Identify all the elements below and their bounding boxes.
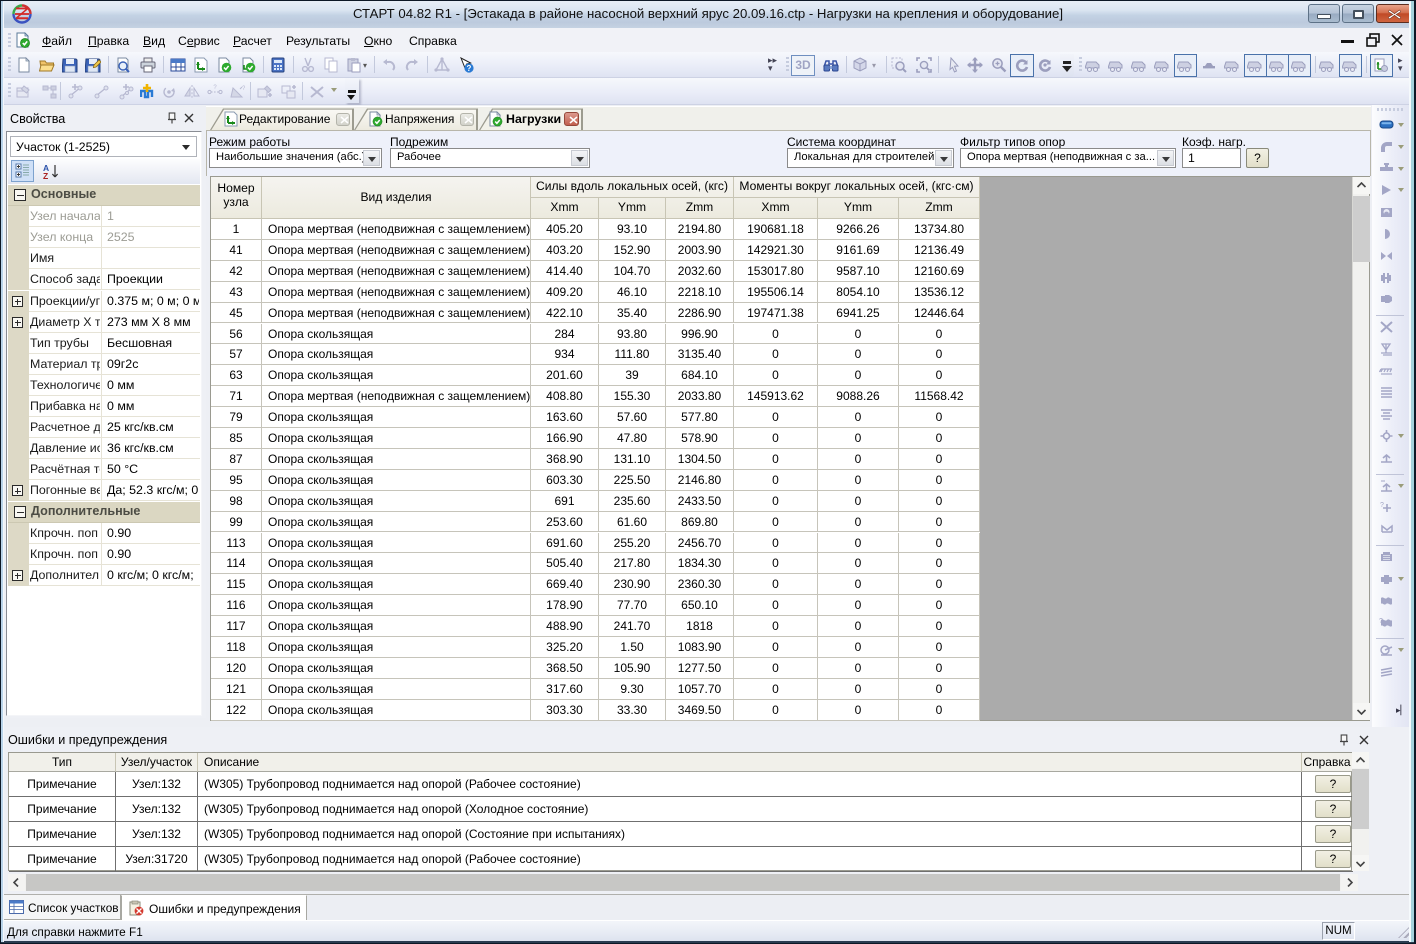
svg-text:?: ? [242,86,245,92]
svg-text:?: ? [213,85,217,91]
svg-text:?: ? [467,64,472,73]
svg-text:?: ? [1380,502,1384,509]
svg-text:Z: Z [43,171,48,180]
svg-text:?: ? [1379,618,1383,625]
